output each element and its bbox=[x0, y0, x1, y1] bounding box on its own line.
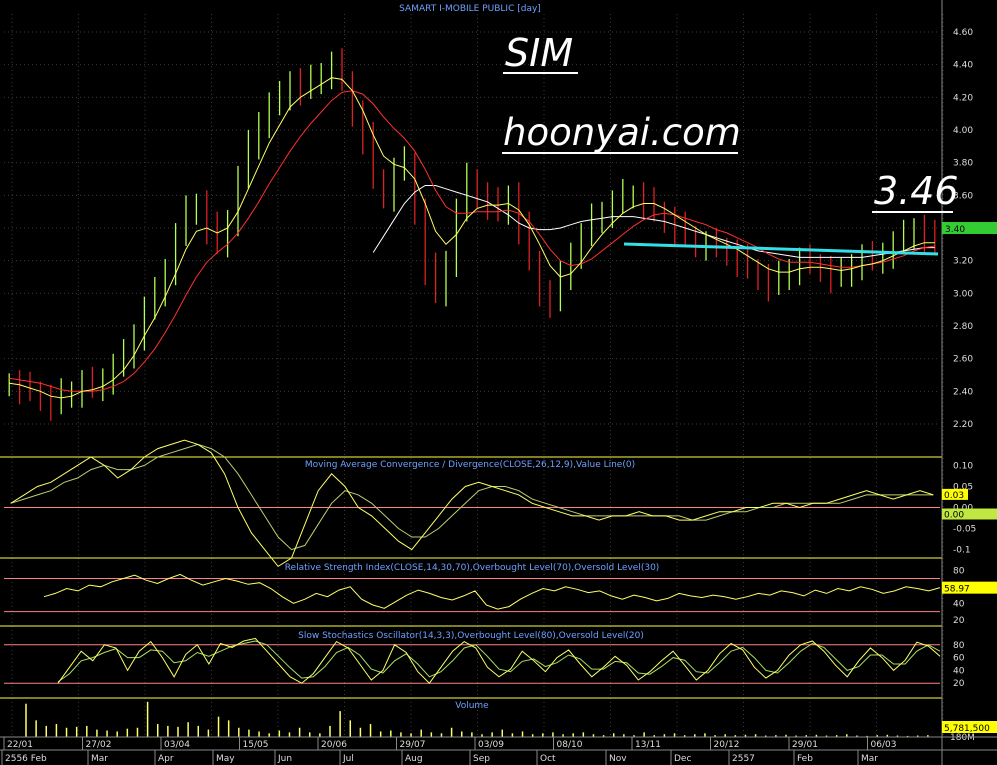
month-label: 2556 Feb bbox=[5, 754, 47, 764]
month-label: Oct bbox=[540, 754, 556, 764]
volume-title: Volume bbox=[455, 701, 489, 711]
stochastic-tick-label: 60 bbox=[953, 654, 965, 664]
stochastic-title: Slow Stochastics Oscillator(14,3,3),Over… bbox=[298, 631, 644, 641]
stock-chart: SAMART I-MOBILE PUBLIC [day] 4.60 4.40 4.2… bbox=[0, 0, 997, 765]
price-tick-label: 3.00 bbox=[953, 289, 973, 299]
date-label: 03/04 bbox=[164, 740, 190, 750]
price-tick-label: 3.20 bbox=[953, 257, 973, 267]
price-tick-label: 4.40 bbox=[953, 61, 973, 71]
macd-tick-label: 0.10 bbox=[953, 461, 973, 471]
price-tick-label: 4.20 bbox=[953, 93, 973, 103]
price-tick-label: 2.20 bbox=[953, 420, 973, 430]
price-tick-label: 2.80 bbox=[953, 322, 973, 332]
volume-value-label: 5,781,500 bbox=[944, 724, 990, 734]
chart-title: SAMART I-MOBILE PUBLIC [day] bbox=[399, 4, 541, 14]
rsi-tick-label: 40 bbox=[953, 599, 965, 609]
rsi-tick-label: 20 bbox=[953, 616, 965, 626]
date-label: 20/06 bbox=[321, 740, 347, 750]
chart-window: SAMART I-MOBILE PUBLIC [day] 4.60 4.40 4.2… bbox=[0, 0, 997, 765]
macd-title: Moving Average Convergence / Divergence(… bbox=[305, 460, 635, 470]
month-label: Mar bbox=[91, 754, 108, 764]
date-label: 27/02 bbox=[86, 740, 112, 750]
month-label: Mar bbox=[861, 754, 878, 764]
price-tick-label: 2.40 bbox=[953, 387, 973, 397]
symbol-annotation: SIM bbox=[505, 31, 573, 75]
date-label: 29/01 bbox=[792, 740, 818, 750]
current-price-label: 3.40 bbox=[945, 225, 965, 235]
date-label: 20/12 bbox=[714, 740, 740, 750]
rsi-title: Relative Strength Index(CLOSE,14,30,70),… bbox=[285, 563, 660, 573]
stochastic-tick-label: 80 bbox=[953, 641, 965, 651]
month-label: Apr bbox=[158, 754, 174, 764]
price-tick-label: 4.00 bbox=[953, 126, 973, 136]
month-label: May bbox=[216, 754, 235, 764]
date-label: 15/05 bbox=[243, 740, 269, 750]
month-label: Aug bbox=[405, 754, 423, 764]
macd-signal-label: 0.00 bbox=[944, 511, 964, 521]
price-tick-label: 2.60 bbox=[953, 355, 973, 365]
price-tick-label: 3.80 bbox=[953, 159, 973, 169]
price-tick-label: 4.60 bbox=[953, 28, 973, 38]
date-label: 03/09 bbox=[478, 740, 504, 750]
date-label: 29/07 bbox=[400, 740, 426, 750]
stochastic-tick-label: 40 bbox=[953, 666, 965, 676]
month-label: Dec bbox=[674, 754, 691, 764]
date-label: 08/10 bbox=[557, 740, 583, 750]
month-label: Feb bbox=[797, 754, 813, 764]
rsi-tick-label: 80 bbox=[953, 566, 965, 576]
macd-tick-label: -0.05 bbox=[953, 525, 976, 535]
date-label: 13/11 bbox=[635, 740, 661, 750]
month-label: Sep bbox=[473, 754, 490, 764]
website-annotation: hoonyai.com bbox=[503, 111, 741, 154]
volume-tick-label: 180M bbox=[950, 733, 975, 743]
macd-tick-label: -0.1 bbox=[953, 546, 971, 556]
month-label: 2557 bbox=[732, 754, 755, 764]
date-label: 06/03 bbox=[871, 740, 897, 750]
date-label: 22/01 bbox=[7, 740, 33, 750]
macd-value-label: 0.03 bbox=[944, 491, 964, 501]
stochastic-tick-label: 20 bbox=[953, 679, 965, 689]
month-label: Nov bbox=[609, 754, 627, 764]
price-annotation: 3.46 bbox=[874, 169, 959, 213]
month-label: Jul bbox=[342, 754, 354, 764]
month-label: Jun bbox=[277, 754, 292, 764]
rsi-value-label: 58.97 bbox=[944, 585, 970, 595]
